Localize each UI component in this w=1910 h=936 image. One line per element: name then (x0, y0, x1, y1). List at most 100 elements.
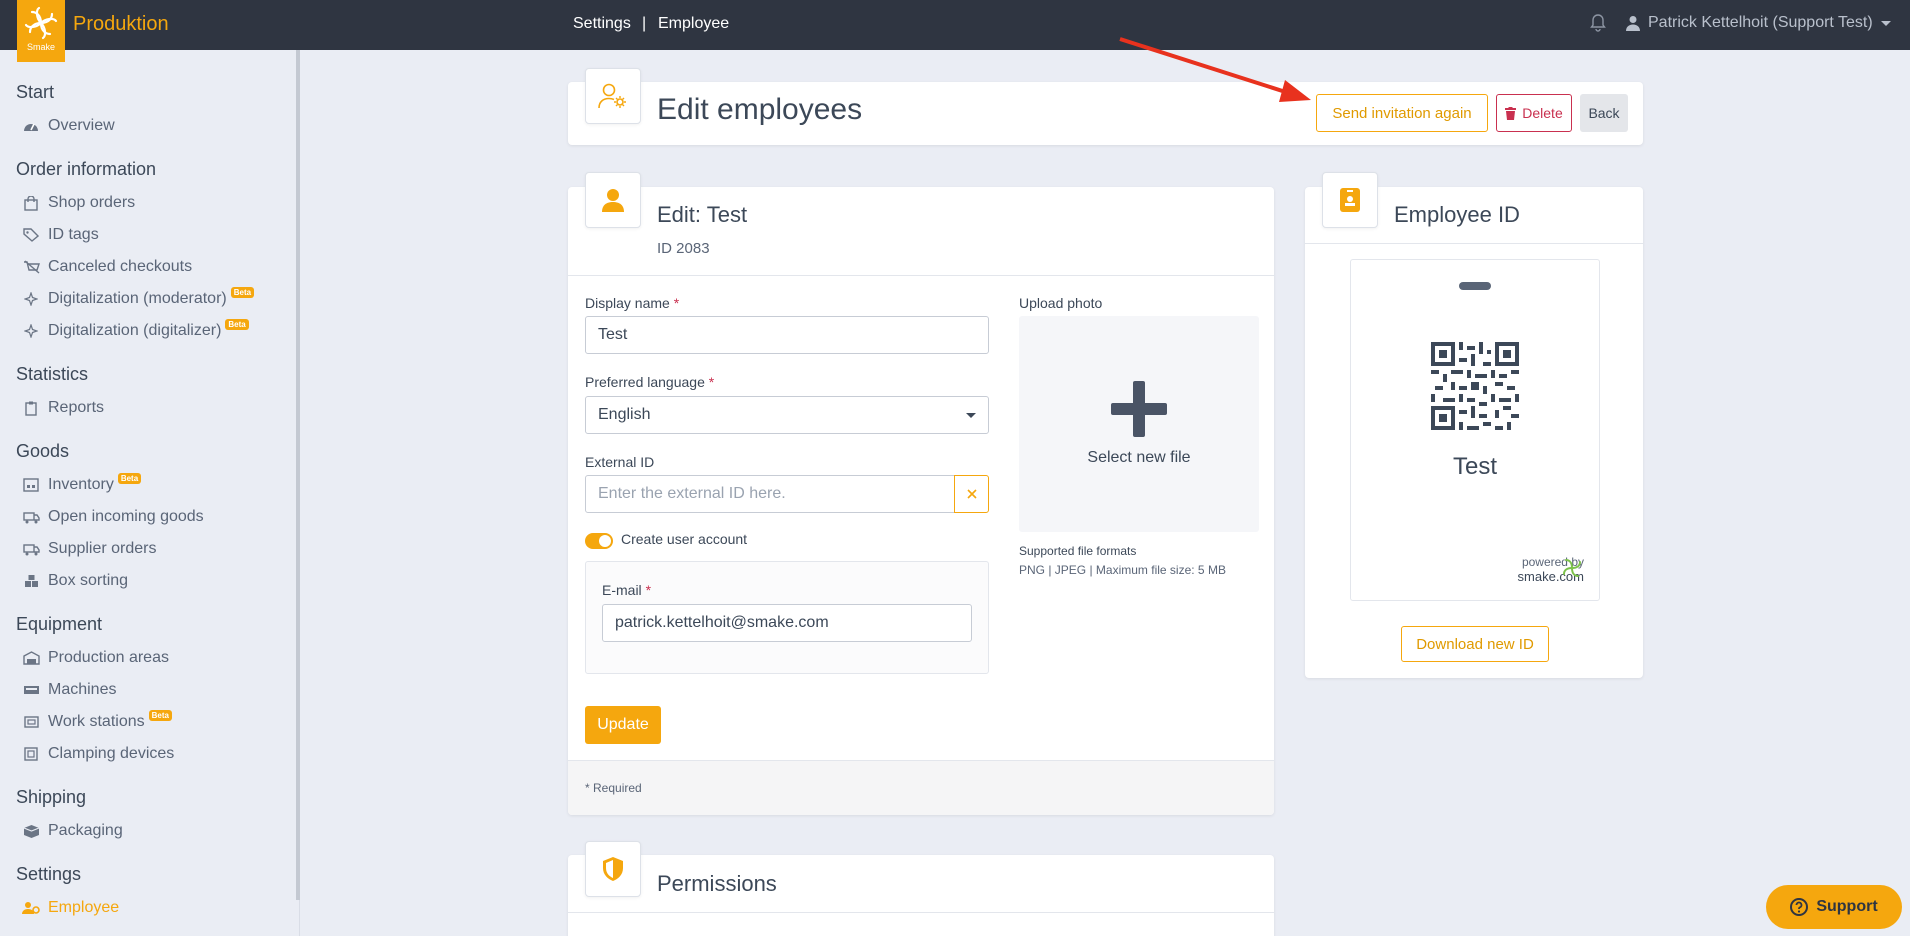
required-note: * Required (585, 781, 642, 795)
question-circle-icon (1790, 898, 1809, 916)
clipboard-icon (22, 400, 40, 416)
magic-icon (22, 291, 40, 307)
update-button[interactable]: Update (585, 706, 661, 744)
logo[interactable]: Smake (17, 0, 65, 62)
send-invitation-button[interactable]: Send invitation again (1316, 94, 1488, 132)
sidebar-item-box-sorting[interactable]: Box sorting (22, 572, 128, 590)
sidebar-item-employee[interactable]: Employee (22, 899, 119, 917)
beta-badge: Beta (230, 286, 255, 298)
chevron-down-icon (966, 412, 976, 418)
divider (568, 912, 1274, 913)
sidebar-item-shop-orders[interactable]: Shop orders (22, 194, 135, 212)
breadcrumb-employee: Employee (658, 15, 730, 32)
warehouse-icon (22, 650, 40, 666)
machine-icon (22, 682, 40, 698)
header-badge (585, 68, 641, 124)
download-id-button[interactable]: Download new ID (1401, 626, 1549, 662)
edit-card-footer (568, 760, 1274, 815)
app-name[interactable]: Produktion (73, 13, 169, 36)
email-label: E-mail * (602, 582, 652, 598)
sidebar-item-supplier-orders[interactable]: Supplier orders (22, 540, 157, 558)
external-id-input[interactable]: Enter the external ID here. (585, 475, 955, 513)
display-name-input[interactable]: Test (585, 316, 989, 354)
page-title: Edit employees (657, 93, 863, 126)
id-card-name: Test (1452, 453, 1497, 480)
sidebar-item-machines[interactable]: Machines (22, 681, 116, 699)
sidebar-item-packaging[interactable]: Packaging (22, 822, 123, 840)
box-open-icon (22, 823, 40, 839)
users-cog-icon (22, 900, 40, 916)
beta-badge: Beta (117, 472, 142, 484)
card-slot-icon (1459, 282, 1491, 290)
sidebar-item-digitalization-moderator[interactable]: Digitalization (moderator) Beta (22, 286, 255, 308)
smake-logo-icon (1563, 559, 1581, 577)
user-name: Patrick Kettelhoit (Support Test) (1648, 14, 1873, 31)
external-id-label: External ID (585, 454, 655, 470)
permissions-title: Permissions (657, 871, 777, 896)
id-badge-icon (1340, 188, 1360, 212)
truck-loading-icon (22, 541, 40, 557)
close-icon (966, 489, 977, 499)
sidebar-item-clamping-devices[interactable]: Clamping devices (22, 745, 174, 763)
email-input[interactable]: patrick.kettelhoit@smake.com (602, 604, 972, 642)
warehouse-icon (22, 477, 40, 493)
boxes-icon (22, 573, 40, 589)
delete-button[interactable]: Delete (1496, 94, 1572, 132)
divider (1305, 243, 1643, 244)
edit-badge (585, 172, 641, 228)
id-card-preview (1350, 259, 1600, 601)
sidebar-item-id-tags[interactable]: ID tags (22, 226, 99, 244)
cart-cancel-icon (22, 259, 40, 275)
user-menu[interactable]: Patrick Kettelhoit (Support Test) (1626, 14, 1891, 32)
create-account-label: Create user account (621, 531, 748, 547)
beta-badge: Beta (148, 709, 172, 721)
breadcrumb-settings[interactable]: Settings (573, 15, 631, 33)
employee-id-title: Employee ID (1394, 202, 1520, 227)
edit-title: Edit: Test (657, 202, 748, 227)
sidebar-item-reports[interactable]: Reports (22, 399, 104, 417)
clear-external-id-button[interactable] (954, 475, 989, 513)
truck-icon (22, 509, 40, 525)
formats-title: Supported file formats (1019, 544, 1137, 558)
language-label: Preferred language * (585, 374, 715, 390)
language-select[interactable]: English (585, 396, 989, 434)
upload-photo-label: Upload photo (1019, 295, 1103, 311)
sidebar-item-production-areas[interactable]: Production areas (22, 649, 169, 667)
sidebar-section-order-information: Order information (16, 159, 157, 179)
beta-badge: Beta (225, 318, 249, 330)
sidebar-item-work-stations[interactable]: Work stations Beta (22, 709, 172, 731)
logo-icon (24, 6, 58, 40)
create-account-toggle[interactable] (585, 533, 613, 549)
workstation-icon (22, 714, 40, 730)
employee-id-number: ID 2083 (657, 240, 710, 257)
qr-code-icon (1431, 342, 1519, 430)
shield-icon (603, 857, 623, 881)
user-icon (1626, 16, 1640, 31)
support-button[interactable]: Support (1766, 885, 1902, 929)
trash-icon (1505, 106, 1517, 120)
display-name-label: Display name * (585, 295, 680, 311)
sidebar-scrollbar[interactable] (296, 50, 300, 900)
dashboard-icon (22, 118, 40, 134)
chevron-down-icon (1880, 20, 1891, 26)
back-button[interactable]: Back (1580, 94, 1628, 132)
sidebar-section-shipping: Shipping (16, 787, 87, 807)
tag-icon (22, 227, 40, 243)
sidebar-item-overview[interactable]: Overview (22, 117, 115, 135)
sidebar-item-canceled-checkouts[interactable]: Canceled checkouts (22, 258, 192, 276)
photo-upload-area[interactable]: Select new file (1019, 316, 1259, 532)
sidebar-item-digitalization-digitalizer[interactable]: Digitalization (digitalizer) Beta (22, 318, 249, 340)
user-cog-icon (598, 83, 626, 109)
permissions-badge (585, 841, 641, 897)
sidebar-item-open-incoming-goods[interactable]: Open incoming goods (22, 508, 204, 526)
formats-text: PNG | JPEG | Maximum file size: 5 MB (1019, 563, 1226, 577)
sidebar-section-settings: Settings (16, 864, 82, 884)
bell-icon[interactable] (1590, 14, 1606, 37)
sidebar-section-equipment: Equipment (16, 614, 103, 634)
sidebar-section-start: Start (16, 82, 55, 102)
sidebar-section-goods: Goods (16, 441, 70, 461)
breadcrumb-separator: | (642, 15, 647, 32)
magic-icon (22, 323, 40, 339)
sidebar-item-inventory[interactable]: Inventory Beta (22, 472, 142, 494)
logo-text: Smake (26, 42, 55, 52)
